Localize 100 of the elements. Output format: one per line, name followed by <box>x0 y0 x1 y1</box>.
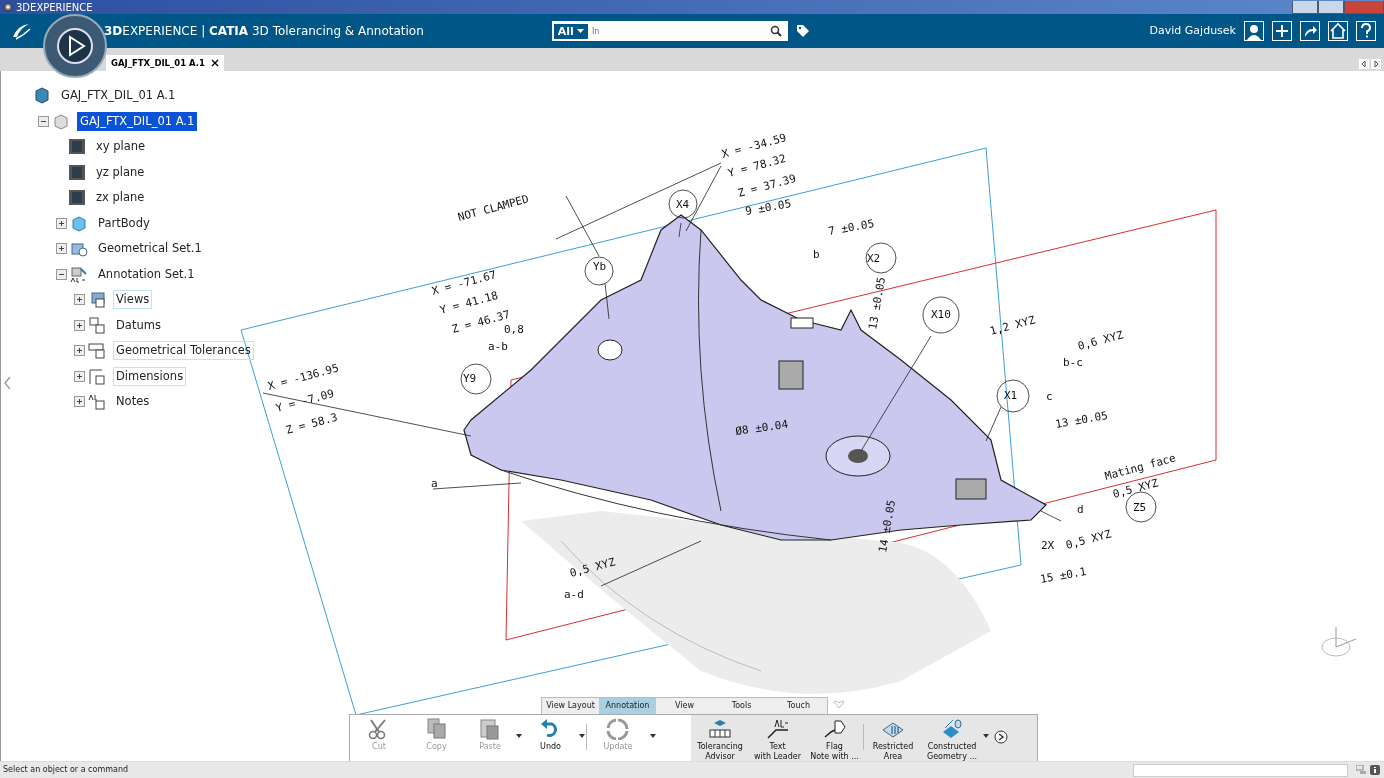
annotation-label: d <box>1077 503 1084 516</box>
info-icon[interactable] <box>1370 765 1380 775</box>
collapse-panel-icon[interactable] <box>3 376 11 390</box>
annotation-label: 13 ±0.05 <box>1054 408 1109 431</box>
annotation-label: Z = 58.3 <box>284 410 339 437</box>
annotation-label: Ø8 ±0.04 <box>734 417 789 438</box>
annotation-set-icon <box>70 265 88 283</box>
tree-item[interactable]: GAJ_FTX_DIL_01 A.1 <box>77 111 198 131</box>
ribbon-tab[interactable]: View Layout <box>542 698 599 714</box>
tree-item[interactable]: GAJ_FTX_DIL_01 A.1 <box>58 86 179 106</box>
cube-icon <box>70 214 88 232</box>
ribbon-tab[interactable]: Touch <box>770 698 827 714</box>
search-icon[interactable] <box>769 25 782 37</box>
tree-item[interactable]: xy plane <box>93 137 149 157</box>
scope-dropdown[interactable]: All <box>553 23 588 39</box>
plane-icon <box>68 189 86 207</box>
annotation-label: b <box>813 248 820 261</box>
tree-item[interactable]: PartBody <box>95 213 153 233</box>
expand-toggle[interactable] <box>74 294 85 306</box>
collapse-toggle[interactable] <box>38 115 49 127</box>
share-icon[interactable] <box>1300 21 1320 41</box>
tree-item[interactable]: Datums <box>113 315 164 335</box>
part-icon <box>52 112 70 130</box>
annotation-label: 9 ±0.05 <box>744 197 793 218</box>
ribbon-command-button[interactable]: Constructed Geometry ... <box>922 718 982 761</box>
geometry-set-icon <box>70 240 88 258</box>
maximize-button[interactable] <box>1318 0 1344 14</box>
ribbon-tab[interactable]: Tools <box>713 698 770 714</box>
copy-icon <box>424 718 449 740</box>
window-title: 3DEXPERIENCE <box>16 0 93 15</box>
tree-item[interactable]: Geometrical Set.1 <box>95 239 205 259</box>
minimize-button[interactable] <box>1292 0 1318 14</box>
flag-note-icon <box>822 718 847 740</box>
tree-item[interactable]: Notes <box>113 392 153 412</box>
tree-item[interactable]: yz plane <box>93 162 148 182</box>
expand-toggle[interactable] <box>74 396 85 408</box>
annotation-label: Y9 <box>463 372 477 385</box>
text-leader-icon <box>765 718 790 740</box>
expand-toggle[interactable] <box>74 370 85 382</box>
user-name: David Gajdusek <box>1149 22 1236 39</box>
ribbon-tab[interactable]: View <box>656 698 713 714</box>
add-icon[interactable] <box>1272 21 1292 41</box>
advisor-icon <box>708 718 732 740</box>
annotation-label: b-c <box>1063 356 1083 369</box>
close-icon[interactable] <box>210 59 219 67</box>
annotation-label: a <box>431 477 438 490</box>
scroll-right-icon[interactable] <box>1371 59 1381 69</box>
annotation-label: X2 <box>867 252 881 265</box>
plane-icon <box>68 163 86 181</box>
ribbon-command-button[interactable]: Flag Note with ... <box>806 718 863 761</box>
notes-icon <box>88 393 106 411</box>
annotation-label: 2X <box>1041 539 1055 552</box>
dimensions-icon <box>88 367 106 385</box>
ribbon-command-button[interactable]: Tolerancing Advisor <box>691 718 749 761</box>
brand-logo-icon <box>10 21 32 41</box>
annotation-label: 1,2 XYZ <box>988 313 1037 338</box>
update-icon <box>606 718 630 740</box>
app-title: 3DEXPERIENCE | CATIA 3D Tolerancing & Annotation <box>104 23 424 40</box>
dropdown-arrow-icon[interactable] <box>578 732 586 740</box>
product-icon <box>33 87 51 105</box>
scroll-left-icon[interactable] <box>1359 59 1369 69</box>
help-icon[interactable] <box>1356 21 1376 41</box>
expand-toggle[interactable] <box>74 345 85 357</box>
datums-icon <box>88 316 106 334</box>
collapse-toggle[interactable] <box>56 268 67 280</box>
status-message: Select an object or a command <box>3 764 129 776</box>
caret-icon[interactable] <box>576 29 584 34</box>
tree-item[interactable]: Geometrical Tolerances <box>113 341 254 361</box>
expand-toggle[interactable] <box>56 217 67 229</box>
tolerances-icon <box>88 342 106 360</box>
annotation-label: 15 ±0.1 <box>1039 565 1088 586</box>
home-icon[interactable] <box>1328 21 1348 41</box>
app-icon <box>3 2 13 12</box>
annotation-label: X1 <box>1004 389 1018 402</box>
document-tab[interactable]: GAJ_FTX_DIL_01 A.1 <box>106 55 224 71</box>
annotation-label: 0,5 XYZ <box>1064 527 1113 552</box>
command-input-field[interactable] <box>1133 763 1348 777</box>
tree-item[interactable]: zx plane <box>93 188 148 208</box>
annotation-label: c <box>1046 390 1053 403</box>
ribbon-command-button[interactable]: Undo <box>523 718 578 752</box>
tree-item[interactable]: Dimensions <box>113 366 187 386</box>
dropdown-arrow-icon[interactable] <box>982 732 990 740</box>
annotation-label: X10 <box>931 308 951 321</box>
profile-icon[interactable] <box>1244 21 1264 41</box>
next-icon[interactable] <box>994 730 1008 744</box>
annotation-label: 13 ±0.05 <box>866 276 889 331</box>
ribbon-tab[interactable]: Annotation <box>599 698 656 714</box>
search-bar[interactable]: All In <box>551 21 788 41</box>
expand-toggle[interactable] <box>56 243 67 255</box>
annotation-label: a-b <box>488 340 508 353</box>
expand-toggle[interactable] <box>74 319 85 331</box>
annotation-label: X4 <box>676 198 690 211</box>
annotation-label: a-d <box>564 588 584 601</box>
paste-icon <box>478 718 502 740</box>
ribbon-command-button[interactable]: Text with Leader <box>749 718 806 761</box>
tag-icon[interactable] <box>795 24 810 38</box>
tree-item[interactable]: Views <box>113 290 153 310</box>
tree-item[interactable]: Annotation Set.1 <box>95 264 198 284</box>
annotation-label: 0,8 <box>504 323 524 336</box>
plane-icon <box>68 138 86 156</box>
